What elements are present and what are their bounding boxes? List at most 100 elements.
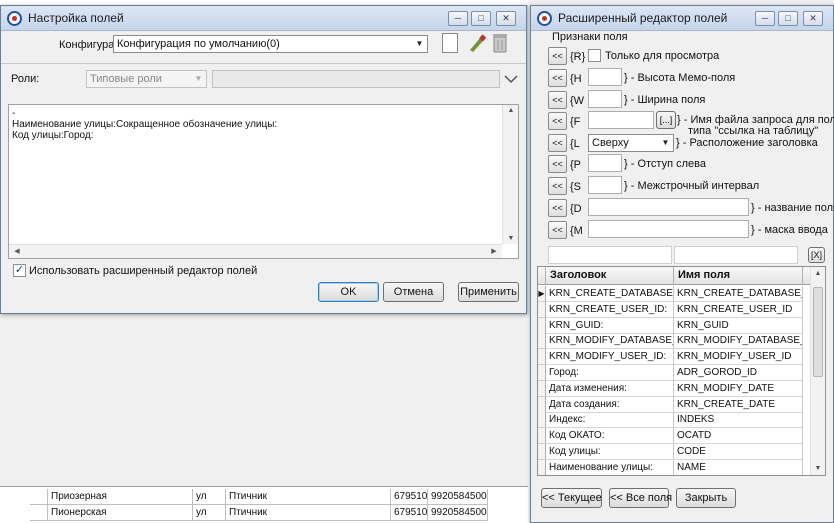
left-indent-input[interactable] [588, 154, 622, 172]
field-name-cell[interactable]: ADR_GOROD_ID [674, 365, 803, 381]
caption-cell[interactable]: KRN_MODIFY_DATABASE_ID: [546, 333, 674, 350]
clear-filter-button[interactable]: [X] [808, 247, 825, 263]
column-header-caption[interactable]: Заголовок [546, 267, 674, 285]
grid-row[interactable]: Индекс: INDEKS [538, 412, 811, 429]
apply-button[interactable]: Применить [458, 282, 519, 302]
ok-button[interactable]: OK [318, 282, 379, 302]
field-name-cell[interactable]: KRN_CREATE_USER_ID [674, 301, 803, 318]
all-fields-button[interactable]: << Все поля [609, 488, 672, 508]
fields-memo[interactable]: - Наименование улицы:Сокращенное обознач… [8, 104, 519, 259]
close-button[interactable]: ✕ [496, 11, 516, 26]
grid-row[interactable]: Дата изменения: KRN_MODIFY_DATE [538, 380, 811, 397]
caption-cell[interactable]: Код улицы: [546, 444, 674, 460]
scroll-right-icon[interactable]: ▶ [487, 247, 501, 255]
caption-cell[interactable]: Город: [546, 365, 674, 381]
caption-cell[interactable]: KRN_GUID: [546, 317, 674, 334]
scroll-up-icon[interactable]: ▲ [811, 270, 825, 277]
insert-l-button[interactable]: << [548, 134, 567, 152]
extended-editor-titlebar[interactable]: Расширенный редактор полей ─ □ ✕ [531, 6, 833, 31]
attr-f-code: {F [570, 116, 581, 128]
row-checkbox[interactable] [30, 489, 48, 505]
insert-h-button[interactable]: << [548, 69, 567, 87]
insert-f-button[interactable]: << [548, 112, 567, 130]
filter-caption-input[interactable] [548, 246, 672, 264]
field-settings-titlebar[interactable]: Настройка полей ─ □ ✕ [1, 6, 526, 31]
close-editor-button[interactable]: Закрыть [676, 488, 736, 508]
field-name-cell[interactable]: KRN_MODIFY_DATE [674, 380, 803, 397]
grid-row[interactable]: KRN_MODIFY_DATABASE_ID:KRN_MODIFY_DATABA… [538, 333, 811, 350]
field-name-cell[interactable]: KRN_CREATE_DATABASE_ID [674, 286, 803, 302]
insert-w-button[interactable]: << [548, 91, 567, 109]
grid-row[interactable]: Код ОКАТО: OCATD [538, 428, 811, 445]
grid-vertical-scrollbar[interactable]: ▲ ▼ [810, 267, 825, 475]
maximize-button[interactable]: □ [471, 11, 491, 26]
use-extended-editor-checkbox[interactable]: ✓ [13, 264, 26, 277]
grid-row[interactable]: Город: ADR_GOROD_ID [538, 365, 811, 381]
grid-row[interactable]: Дата создания: KRN_CREATE_DATE [538, 396, 811, 413]
minimize-button[interactable]: ─ [448, 11, 468, 26]
caption-cell[interactable]: Код ОКАТО: [546, 428, 674, 445]
insert-d-button[interactable]: << [548, 199, 567, 217]
close-button[interactable]: ✕ [803, 11, 823, 26]
edit-brush-icon[interactable] [467, 33, 487, 53]
chevron-down-icon[interactable] [504, 74, 518, 84]
header-position-select[interactable]: Сверху ▼ [588, 134, 674, 152]
attr-r-label: Только для просмотра [605, 50, 720, 62]
scroll-left-icon[interactable]: ◀ [10, 247, 24, 255]
grid-row[interactable]: KRN_MODIFY_USER_ID: KRN_MODIFY_USER_ID [538, 349, 811, 366]
maximize-button[interactable]: □ [778, 11, 798, 26]
caption-cell[interactable]: KRN_CREATE_USER_ID: [546, 301, 674, 318]
field-width-input[interactable] [588, 90, 622, 108]
attr-d-code: {D [570, 203, 582, 215]
minimize-button[interactable]: ─ [755, 11, 775, 26]
cancel-button[interactable]: Отмена [383, 282, 444, 302]
insert-p-button[interactable]: << [548, 155, 567, 173]
insert-s-button[interactable]: << [548, 177, 567, 195]
scroll-up-icon[interactable]: ▲ [504, 107, 518, 114]
scroll-down-icon[interactable]: ▼ [811, 465, 825, 472]
caption-cell[interactable]: Дата создания: [546, 396, 674, 413]
grid-row[interactable]: KRN_CREATE_USER_ID: KRN_CREATE_USER_ID [538, 301, 811, 318]
field-name-cell[interactable]: KRN_MODIFY_USER_ID [674, 349, 803, 366]
scroll-down-icon[interactable]: ▼ [504, 235, 518, 242]
browse-file-button[interactable]: [...] [656, 111, 676, 129]
field-name-cell[interactable]: KRN_GUID [674, 317, 803, 334]
memo-vertical-scrollbar[interactable]: ▲ ▼ [502, 105, 518, 244]
insert-m-button[interactable]: << [548, 221, 567, 239]
filter-name-input[interactable] [674, 246, 798, 264]
field-name-cell[interactable]: NAME [674, 459, 803, 475]
query-file-input[interactable] [588, 111, 654, 129]
caption-cell[interactable]: KRN_CREATE_DATABASE_ID: [546, 286, 674, 302]
row-checkbox[interactable] [30, 505, 48, 521]
caption-cell[interactable]: Дата изменения: [546, 380, 674, 397]
input-mask-input[interactable] [588, 220, 749, 238]
field-name-cell[interactable]: CODE [674, 444, 803, 460]
caption-cell[interactable]: Наименование улицы: [546, 459, 674, 475]
grid-row[interactable]: Наименование улицы: NAME [538, 459, 811, 475]
field-name-cell[interactable]: KRN_CREATE_DATE [674, 396, 803, 413]
attr-s-label: } - Межстрочный интервал [624, 180, 760, 192]
new-document-icon[interactable] [442, 33, 458, 53]
current-field-button[interactable]: << Текущее [541, 488, 602, 508]
caption-cell[interactable]: Индекс: [546, 412, 674, 429]
caption-cell[interactable]: KRN_MODIFY_USER_ID: [546, 349, 674, 366]
column-header-field-name[interactable]: Имя поля [674, 267, 803, 285]
memo-height-input[interactable] [588, 68, 622, 86]
insert-r-button[interactable]: << [548, 47, 567, 65]
trash-icon[interactable] [491, 32, 509, 54]
grid-row[interactable]: KRN_GUID: KRN_GUID [538, 317, 811, 334]
grid-row[interactable]: ▶KRN_CREATE_DATABASE_ID:KRN_CREATE_DATAB… [538, 286, 811, 302]
config-select[interactable]: Конфигурация по умолчанию(0) ▼ [113, 35, 428, 53]
roles-select[interactable]: Типовые роли ▼ [86, 70, 207, 88]
line-spacing-input[interactable] [588, 176, 622, 194]
field-name-cell[interactable]: KRN_MODIFY_DATABASE_ID [674, 333, 803, 350]
field-name-cell[interactable]: OCATD [674, 428, 803, 445]
field-caption-input[interactable] [588, 198, 749, 216]
grid-row[interactable]: Код улицы: CODE [538, 444, 811, 460]
scroll-thumb[interactable] [813, 287, 823, 377]
readonly-checkbox[interactable] [588, 49, 601, 62]
table-row[interactable]: Приозерная ул Птичник 679510 99205845001 [30, 489, 488, 505]
memo-horizontal-scrollbar[interactable]: ◀ ▶ [9, 244, 502, 258]
table-row[interactable]: Пионерская ул Птичник 679510 99205845001 [30, 505, 488, 521]
field-name-cell[interactable]: INDEKS [674, 412, 803, 429]
